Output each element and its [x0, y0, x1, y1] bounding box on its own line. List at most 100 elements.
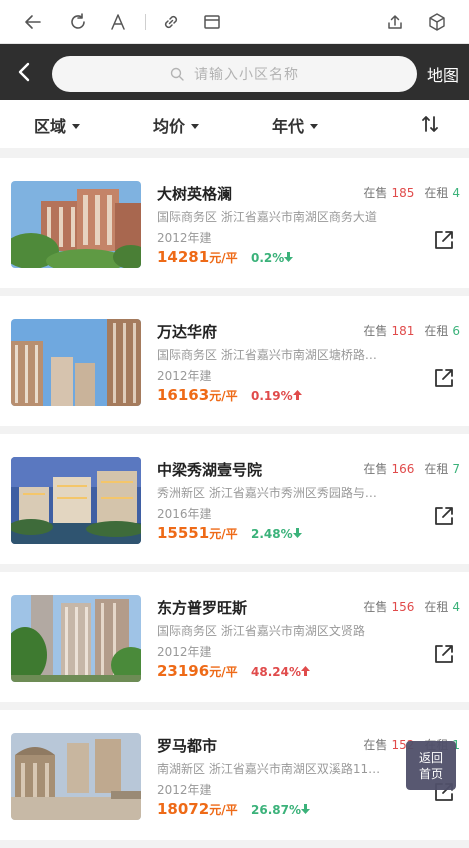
listing-district: 国际商务区 — [157, 624, 218, 638]
listing-name: 罗马都市 — [157, 737, 218, 755]
sale-label: 在售 — [363, 738, 388, 752]
share-icon[interactable] — [433, 367, 455, 389]
sale-label: 在售 — [363, 600, 388, 614]
price-value: 23196 — [157, 662, 210, 680]
listing-card[interactable]: 万达华府 在售181 在租6 国际商务区 浙江省嘉兴市南湖区塘桥路与庆丰路交叉口…… — [0, 296, 469, 426]
map-link[interactable]: 地图 — [427, 62, 459, 86]
chevron-left-icon — [18, 62, 30, 82]
sale-count: 156 — [391, 600, 415, 614]
filter-area[interactable]: 区域 — [34, 113, 81, 137]
listing-year: 2012年建 — [157, 783, 212, 797]
price-unit: 元/平 — [209, 803, 238, 817]
rent-count: 7 — [452, 462, 460, 476]
listing-district: 南湖新区 — [157, 762, 206, 776]
listing-year: 2012年建 — [157, 645, 212, 659]
back-to-home-button[interactable]: 返回 首页 — [406, 741, 456, 790]
listing-price: 23196元/平 — [157, 662, 238, 680]
filter-bar: 区域 均价 年代 — [0, 100, 469, 148]
arrow-down-icon — [292, 528, 302, 538]
listing-address: 国际商务区 浙江省嘉兴市南湖区文贤路 — [157, 622, 387, 639]
listing-district: 国际商务区 — [157, 348, 218, 362]
tower-photo — [11, 595, 141, 682]
tab-icon[interactable] — [198, 8, 226, 36]
price-unit: 元/平 — [209, 527, 238, 541]
change-value: 0.2% — [251, 251, 285, 265]
listing-year: 2012年建 — [157, 231, 212, 245]
listing-address: 国际商务区 浙江省嘉兴市南湖区商务大道 — [157, 208, 387, 225]
font-size-icon[interactable] — [104, 8, 132, 36]
listing-address: 国际商务区 浙江省嘉兴市南湖区塘桥路与庆丰路交叉口… — [157, 346, 387, 363]
listing-name: 大树英格澜 — [157, 185, 233, 203]
price-unit: 元/平 — [209, 251, 238, 265]
rent-label: 在租 — [424, 186, 449, 200]
arrow-up-icon — [300, 666, 310, 676]
listing-card[interactable]: 中梁秀湖壹号院 在售166 在租7 秀洲新区 浙江省嘉兴市秀洲区秀园路与东升西路交… — [0, 434, 469, 564]
listing-address: 南湖新区 浙江省嘉兴市南湖区双溪路1140号 — [157, 760, 387, 777]
plaza-photo — [11, 733, 141, 820]
back-to-home-line2: 首页 — [418, 766, 443, 781]
listing-price: 15551元/平 — [157, 524, 238, 542]
browser-toolbar — [0, 0, 469, 44]
price-value: 14281 — [157, 248, 210, 266]
rent-count: 4 — [452, 186, 460, 200]
rent-label: 在租 — [424, 324, 449, 338]
price-change: 2.48% — [251, 527, 302, 541]
cube-icon[interactable] — [423, 8, 451, 36]
change-value: 26.87% — [251, 803, 301, 817]
listing-year: 2012年建 — [157, 369, 212, 383]
evening-photo — [11, 457, 141, 544]
back-button[interactable] — [10, 58, 38, 86]
arrow-down-icon — [284, 252, 294, 262]
arrow-left-icon[interactable] — [19, 8, 47, 36]
listing-street: 浙江省嘉兴市南湖区商务大道 — [220, 210, 377, 224]
link-icon[interactable] — [157, 8, 185, 36]
listing-price: 16163元/平 — [157, 386, 238, 404]
arrow-up-icon — [292, 390, 302, 400]
listing-price: 14281元/平 — [157, 248, 238, 266]
sale-count: 166 — [391, 462, 415, 476]
listing-street: 浙江省嘉兴市秀洲区秀园路与东升西路交汇处… — [208, 486, 387, 500]
change-value: 0.19% — [251, 389, 293, 403]
share-icon[interactable] — [433, 505, 455, 527]
arrow-down-icon — [300, 804, 310, 814]
listing-card[interactable]: 罗马都市 在售152在租1 南湖新区 浙江省嘉兴市南湖区双溪路1140号 201… — [0, 710, 469, 840]
back-to-home-line1: 返回 — [418, 750, 443, 765]
highrise-photo — [11, 319, 141, 406]
listing-counts: 在售 166 在租 7 — [363, 460, 460, 477]
price-value: 16163 — [157, 386, 210, 404]
price-change: 26.87% — [251, 803, 310, 817]
price-change: 0.2% — [251, 251, 294, 265]
listing-street: 浙江省嘉兴市南湖区文贤路 — [220, 624, 365, 638]
search-icon — [170, 67, 184, 81]
sale-count: 181 — [391, 324, 415, 338]
toolbar-divider — [145, 14, 146, 30]
app-header: 请输入小区名称 地图 — [0, 44, 469, 100]
listing-name: 中梁秀湖壹号院 — [157, 461, 263, 479]
refresh-icon[interactable] — [64, 8, 92, 36]
price-unit: 元/平 — [209, 389, 238, 403]
price-value: 18072 — [157, 800, 210, 818]
listing-name: 万达华府 — [157, 323, 218, 341]
sort-icon[interactable] — [420, 114, 440, 134]
listing-list: 大树英格澜 在售 185 在租 4 国际商务区 浙江省嘉兴市南湖区商务大道 2012年… — [0, 158, 469, 848]
share-icon[interactable] — [433, 643, 455, 665]
price-change: 0.19% — [251, 389, 302, 403]
share-icon[interactable] — [381, 8, 409, 36]
listing-counts: 在售 156 在租 4 — [363, 598, 460, 615]
rent-label: 在租 — [424, 462, 449, 476]
listing-counts: 在售 181 在租 6 — [363, 322, 460, 339]
rent-count: 4 — [452, 600, 460, 614]
filter-area-label: 区域 — [34, 117, 67, 136]
search-input[interactable]: 请输入小区名称 — [52, 56, 417, 92]
filter-age[interactable]: 年代 — [272, 113, 319, 137]
filter-age-label: 年代 — [272, 117, 305, 136]
listing-card[interactable]: 东方普罗旺斯 在售 156 在租 4 国际商务区 浙江省嘉兴市南湖区文贤路 2012年… — [0, 572, 469, 702]
listing-counts: 在售 185 在租 4 — [363, 184, 460, 201]
filter-price-label: 均价 — [153, 117, 186, 136]
filter-price[interactable]: 均价 — [153, 113, 200, 137]
listing-card[interactable]: 大树英格澜 在售 185 在租 4 国际商务区 浙江省嘉兴市南湖区商务大道 2012年… — [0, 158, 469, 288]
caret-down-icon — [72, 123, 81, 129]
share-icon[interactable] — [433, 229, 455, 251]
sale-label: 在售 — [363, 186, 388, 200]
price-unit: 元/平 — [209, 665, 238, 679]
